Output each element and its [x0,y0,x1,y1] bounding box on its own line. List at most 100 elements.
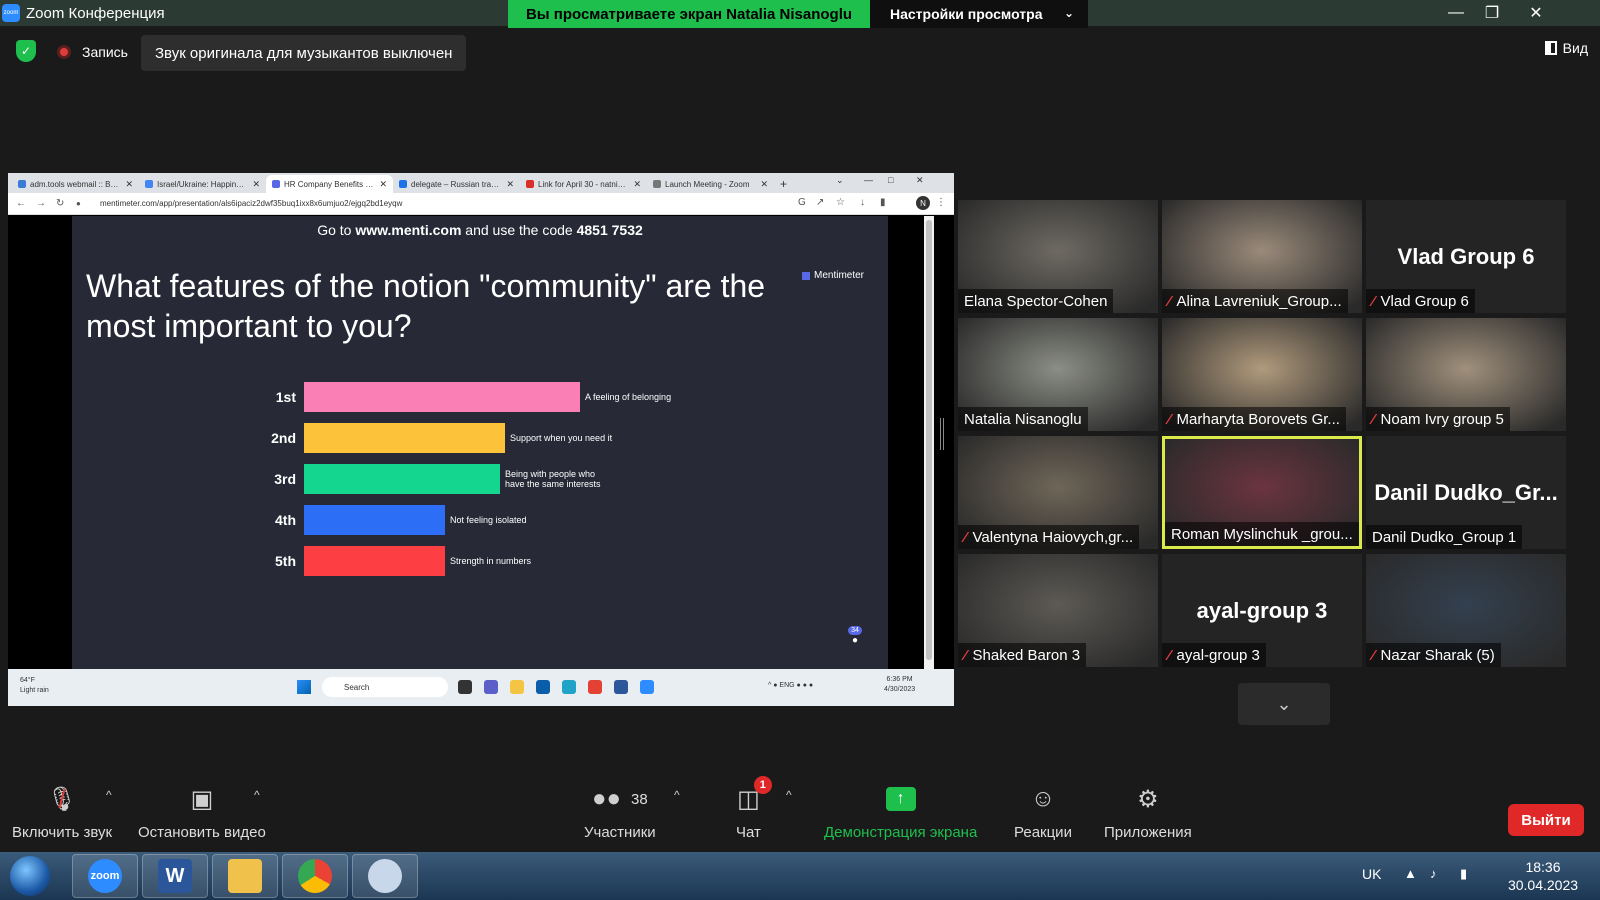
split-resize-handle[interactable] [940,418,944,450]
gallery-next-page-button[interactable]: ⌄ [1238,683,1330,725]
chat-caret-icon[interactable]: ^ [786,788,792,802]
participant-tile[interactable]: ⁄ Nazar Sharak (5) [1366,554,1566,667]
forward-icon[interactable]: → [36,198,48,209]
browser-menu-icon[interactable]: ⋮ [936,197,946,208]
restore-icon[interactable]: ❐ [1474,0,1510,26]
participant-tile[interactable]: Danil Dudko_Gr... Danil Dudko_Group 1 [1366,436,1566,549]
stop-video-button[interactable]: ▣ Остановить видео [138,782,266,842]
unmute-button[interactable]: 🎙 / Включить звук [12,782,112,842]
close-icon[interactable]: ✕ [1518,0,1554,26]
participants-count: 38 [630,790,648,808]
participant-name: Natalia Nisanoglu [964,410,1082,428]
download-icon[interactable]: ↓ [860,197,865,208]
participant-tile[interactable]: Roman Myslinchuk _grou... [1162,436,1362,549]
browser-tab-bar: adm.tools webmail :: Входя ✕ Israel/Ukrain… [8,173,954,193]
tab-close-icon[interactable]: ✕ [379,179,387,190]
chat-button[interactable]: ◫ 1 Чат [736,776,772,841]
mic-muted-icon: ⁄ [1372,410,1375,428]
browser-minimize-icon[interactable]: — [864,175,873,185]
rank-label: 1st [275,389,296,405]
scrollbar-thumb[interactable] [926,220,932,660]
weather-widget: 64°F Light rain [20,676,49,696]
audio-options-caret-icon[interactable]: ^ [106,788,112,802]
participants-button[interactable]: ●● 38 Участники [584,782,656,841]
shared-time: 6:36 PM [886,676,913,683]
participant-name: Nazar Sharak (5) [1380,646,1495,664]
taskbar-chrome[interactable] [282,854,348,898]
new-tab-icon[interactable]: + [780,177,787,191]
chat-badge: 1 [753,776,772,794]
browser-tab[interactable]: Launch Meeting - Zoom ✕ [647,175,774,193]
participant-tile[interactable]: ⁄ Shaked Baron 3 [958,554,1158,667]
view-button[interactable]: Вид [1544,40,1588,56]
participant-name: Elana Spector-Cohen [964,292,1108,310]
reload-icon[interactable]: ↻ [56,198,68,209]
participant-tile[interactable]: Natalia Nisanoglu [958,318,1158,431]
meeting-toolbar: 🎙 / Включить звук ^ ▣ Остановить видео ^ … [0,776,1600,852]
participant-tile[interactable]: Vlad Group 6 ⁄ Vlad Group 6 [1366,200,1566,313]
back-icon[interactable]: ← [16,198,28,209]
mic-muted-icon: ⁄ [1372,292,1375,310]
browser-tab[interactable]: HR Company Benefits - Me ✕ [266,175,393,193]
encryption-shield-icon[interactable]: ✓ [16,40,36,62]
profile-avatar[interactable]: N [916,196,930,210]
browser-tab[interactable]: Israel/Ukraine: Happiness a ✕ [139,175,266,193]
participant-tile[interactable]: Elana Spector-Cohen [958,200,1158,313]
google-icon[interactable]: G [798,197,806,208]
participants-caret-icon[interactable]: ^ [674,788,680,802]
input-language[interactable]: UK [1362,866,1381,882]
system-clock[interactable]: 18:36 30.04.2023 [1498,858,1588,894]
weather-temp: 64°F [20,677,35,684]
edge-icon [562,680,576,694]
tray-expand-icon[interactable]: ▲ [1404,866,1417,881]
windows-start-orb-icon[interactable] [10,856,50,896]
recording-label[interactable]: Запись [82,44,128,60]
tab-close-icon[interactable]: ✕ [760,179,768,190]
taskbar-explorer[interactable] [212,854,278,898]
share-icon[interactable]: ↗ [816,197,824,208]
participant-tile[interactable]: ⁄ Alina Lavreniuk_Group... [1162,200,1362,313]
rank-label: 2nd [271,430,296,446]
ranking-bar [304,382,580,412]
taskbar-paint[interactable] [352,854,418,898]
minimize-icon[interactable]: — [1438,0,1474,26]
word-logo-icon: W [158,859,192,893]
windows-taskbar: zoom W UK ▲ ♪ ▮ 18:36 30.04.2023 [0,852,1600,900]
participant-tile[interactable]: ⁄ Valentyna Haiovych,gr... [958,436,1158,549]
leave-button[interactable]: Выйти [1508,804,1584,836]
side-panel-icon[interactable]: ▮ [880,197,886,208]
weather-desc: Light rain [20,687,49,694]
tab-close-icon[interactable]: ✕ [506,179,514,190]
taskbar-word[interactable]: W [142,854,208,898]
network-icon[interactable]: ▮ [1460,866,1467,882]
tab-search-icon[interactable]: ⌄ [836,175,844,186]
share-screen-button[interactable]: ↑ Демонстрация экрана [824,782,977,841]
browser-tab[interactable]: delegate – Russian translati ✕ [393,175,520,193]
browser-scrollbar[interactable] [924,216,934,669]
original-sound-button[interactable]: Звук оригинала для музыкантов выключен [141,35,467,71]
participant-tile[interactable]: ⁄ Noam Ivry group 5 [1366,318,1566,431]
participants-icon: ●● 38 [591,785,648,812]
url-field[interactable]: mentimeter.com/app/presentation/als6ipac… [100,199,402,208]
participant-tile[interactable]: ayal-group 3 ⁄ ayal-group 3 [1162,554,1362,667]
browser-restore-icon[interactable]: □ [888,175,893,185]
taskbar-zoom[interactable]: zoom [72,854,138,898]
tab-favicon-icon [526,180,534,188]
browser-tab[interactable]: Link for April 30 - natnisan ✕ [520,175,647,193]
store-icon [536,680,550,694]
participant-name: Shaked Baron 3 [972,646,1081,664]
view-settings-button[interactable]: Настройки просмотра ⌄ [870,0,1088,28]
volume-icon[interactable]: ♪ [1430,866,1437,881]
word-icon [614,680,628,694]
apps-button[interactable]: ⚙ Приложения [1104,782,1192,842]
tab-close-icon[interactable]: ✕ [633,179,641,190]
reactions-button[interactable]: ☺ Реакции [1014,782,1072,841]
tab-close-icon[interactable]: ✕ [125,179,133,190]
tab-close-icon[interactable]: ✕ [252,179,260,190]
video-options-caret-icon[interactable]: ^ [254,788,260,802]
participant-tile[interactable]: ⁄ Marharyta Borovets Gr... [1162,318,1362,431]
browser-tab[interactable]: adm.tools webmail :: Входя ✕ [12,175,139,193]
participant-name-bar: Danil Dudko_Group 1 [1366,525,1523,549]
bookmark-star-icon[interactable]: ☆ [836,197,845,208]
browser-close-icon[interactable]: ✕ [916,175,924,186]
